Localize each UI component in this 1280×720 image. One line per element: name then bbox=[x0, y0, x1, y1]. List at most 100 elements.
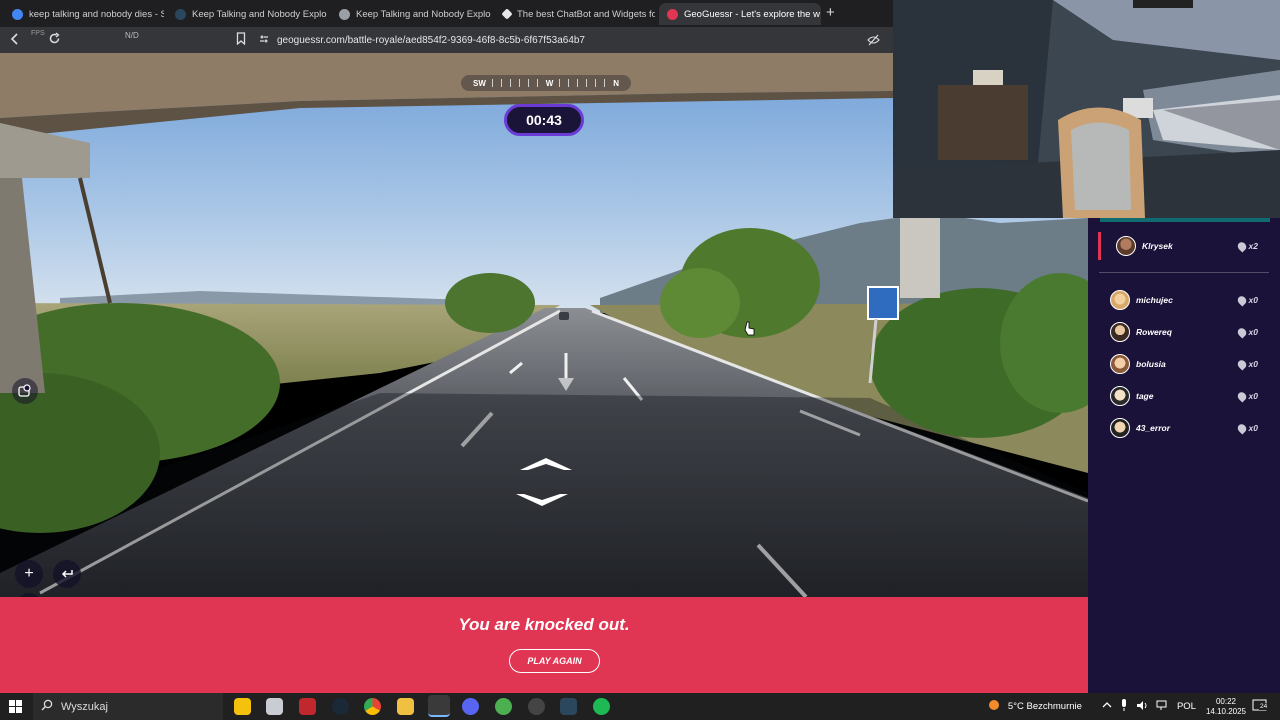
player-lives: x0 bbox=[1248, 327, 1258, 337]
microphone-icon[interactable] bbox=[1120, 699, 1128, 714]
life-pin-icon bbox=[1235, 389, 1248, 403]
player-lives: x0 bbox=[1248, 423, 1258, 433]
windows-start-icon[interactable] bbox=[9, 700, 22, 718]
player-avatar bbox=[1110, 322, 1130, 342]
bookmark-icon[interactable] bbox=[236, 32, 246, 48]
google-icon bbox=[339, 8, 350, 20]
webcam-overlay bbox=[893, 0, 1280, 218]
steam-icon bbox=[175, 8, 186, 20]
compass-n: N bbox=[613, 78, 620, 88]
game-launcher-icon[interactable] bbox=[299, 698, 316, 715]
language-indicator[interactable]: POL bbox=[1177, 701, 1196, 712]
life-pin-icon bbox=[1235, 239, 1248, 253]
player-lives: x2 bbox=[1248, 241, 1258, 251]
network-icon[interactable] bbox=[1156, 700, 1169, 714]
clock-time: 00:22 bbox=[1215, 696, 1236, 706]
discord-icon[interactable] bbox=[462, 698, 479, 715]
player-lives: x0 bbox=[1248, 359, 1258, 369]
tracking-off-icon[interactable] bbox=[867, 33, 880, 49]
compass-ticks bbox=[559, 79, 608, 87]
windows-taskbar: Wyszukaj 5°C Bezchmurnie POL 00:22 14.10… bbox=[0, 693, 1280, 720]
notifications-icon[interactable]: 24 bbox=[1252, 699, 1269, 715]
file-explorer-icon[interactable] bbox=[397, 698, 414, 715]
player-row: 43_error x0 bbox=[1088, 414, 1280, 442]
spotify-icon[interactable] bbox=[593, 698, 610, 715]
weather-text[interactable]: 5°C Bezchmurnie bbox=[1008, 701, 1082, 712]
player-score: x0 bbox=[1235, 325, 1258, 339]
player-name: Klrysek bbox=[1142, 241, 1173, 251]
browser-tab-active[interactable]: GeoGuessr - Let's explore the w ✕ bbox=[659, 3, 821, 25]
reload-icon[interactable] bbox=[48, 32, 61, 48]
chrome-icon[interactable] bbox=[364, 698, 381, 715]
player-name: bolusia bbox=[1136, 359, 1166, 369]
player-lives: x0 bbox=[1248, 391, 1258, 401]
hand-cursor-icon bbox=[744, 321, 755, 336]
address-bar: FPS N/D geoguessr.com/battle-royale/aed8… bbox=[0, 27, 893, 53]
fps-label: FPS bbox=[31, 30, 45, 37]
player-score: x2 bbox=[1235, 239, 1258, 253]
sticky-notes-icon[interactable] bbox=[234, 698, 251, 715]
move-backward-arrow-icon[interactable] bbox=[514, 492, 570, 512]
volume-icon[interactable] bbox=[1136, 700, 1148, 714]
tab-title: Keep Talking and Nobody Explodes n bbox=[192, 8, 327, 20]
player-row: michujec x0 bbox=[1088, 286, 1280, 314]
obs-icon[interactable] bbox=[528, 698, 545, 715]
notification-count: 24 bbox=[1259, 702, 1269, 710]
browser-tab-bar: keep talking and nobody dies - Szuk Keep… bbox=[0, 0, 893, 27]
round-timer: 00:43 bbox=[504, 104, 584, 136]
taskbar-search-box[interactable]: Wyszukaj bbox=[33, 693, 223, 720]
back-arrow-icon[interactable] bbox=[9, 32, 21, 49]
player-row: tage x0 bbox=[1088, 382, 1280, 410]
browser-tab[interactable]: Keep Talking and Nobody Explodes bbox=[331, 3, 491, 25]
knocked-out-message: You are knocked out. bbox=[458, 615, 630, 634]
browser-tab[interactable]: keep talking and nobody dies - Szuk bbox=[4, 3, 164, 25]
nd-label: N/D bbox=[125, 31, 139, 40]
player-avatar bbox=[1110, 418, 1130, 438]
url-field[interactable]: geoguessr.com/battle-royale/aed854f2-936… bbox=[259, 30, 879, 50]
player-score: x0 bbox=[1235, 293, 1258, 307]
tab-title: The best ChatBot and Widgets for Ki bbox=[517, 8, 655, 20]
browser-tab[interactable]: The best ChatBot and Widgets for Ki bbox=[495, 3, 655, 25]
file-icon[interactable] bbox=[266, 698, 283, 715]
player-score: x0 bbox=[1235, 389, 1258, 403]
geoguessr-pin-icon bbox=[667, 8, 678, 20]
compass: SW W N bbox=[461, 75, 631, 91]
play-again-button[interactable]: PLAY AGAIN bbox=[509, 649, 600, 673]
tab-title: keep talking and nobody dies - Szuk bbox=[29, 8, 164, 20]
zoom-in-button[interactable]: + bbox=[15, 560, 43, 588]
green-app-icon[interactable] bbox=[495, 698, 512, 715]
player-name: michujec bbox=[1136, 295, 1173, 305]
diamond-icon bbox=[501, 8, 513, 20]
browser-tab[interactable]: Keep Talking and Nobody Explodes n bbox=[167, 3, 327, 25]
player-score: x0 bbox=[1235, 357, 1258, 371]
tab-title: Keep Talking and Nobody Explodes bbox=[356, 8, 491, 20]
google-icon bbox=[12, 8, 23, 20]
compass-sw: SW bbox=[473, 78, 486, 88]
chevron-up-icon[interactable] bbox=[1102, 701, 1112, 712]
players-divider bbox=[1099, 272, 1269, 273]
active-app-icon[interactable] bbox=[428, 695, 450, 717]
street-view-toggle-icon[interactable] bbox=[12, 378, 38, 404]
steam-icon[interactable] bbox=[332, 698, 349, 715]
site-info-icon[interactable] bbox=[259, 34, 269, 47]
knocked-out-banner: You are knocked out. PLAY AGAIN bbox=[0, 597, 1088, 693]
player-avatar bbox=[1110, 290, 1130, 310]
life-pin-icon bbox=[1235, 421, 1248, 435]
search-icon bbox=[41, 699, 53, 714]
player-row: bolusia x0 bbox=[1088, 350, 1280, 378]
weather-icon[interactable] bbox=[986, 698, 1002, 715]
compass-ticks bbox=[491, 79, 540, 87]
player-lives: x0 bbox=[1248, 295, 1258, 305]
search-placeholder: Wyszukaj bbox=[61, 700, 108, 713]
undo-move-icon[interactable] bbox=[53, 560, 81, 588]
url-text: geoguessr.com/battle-royale/aed854f2-936… bbox=[277, 34, 585, 46]
player-avatar bbox=[1116, 236, 1136, 256]
clock[interactable]: 00:22 14.10.2025 bbox=[1206, 697, 1246, 717]
steam-client-icon[interactable] bbox=[560, 698, 577, 715]
player-name: 43_error bbox=[1136, 423, 1171, 433]
player-name: tage bbox=[1136, 391, 1154, 401]
player-avatar bbox=[1110, 354, 1130, 374]
tab-title: GeoGuessr - Let's explore the w bbox=[684, 8, 820, 20]
new-tab-button[interactable]: + bbox=[826, 4, 835, 21]
life-pin-icon bbox=[1235, 293, 1248, 307]
